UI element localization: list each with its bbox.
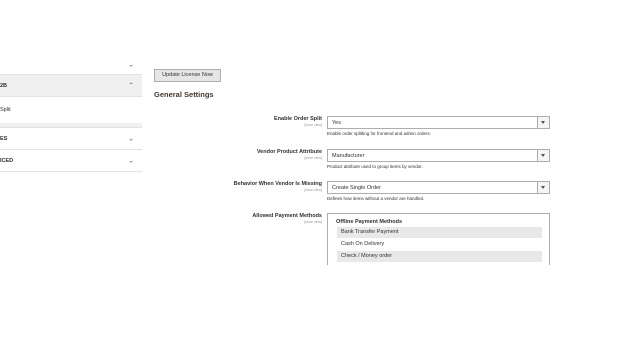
sidebar-subitem-label: Split	[0, 107, 11, 113]
payment-option-bank-transfer[interactable]: Bank Transfer Payment	[337, 227, 542, 238]
order-split-select[interactable]: Yes	[327, 116, 550, 129]
chevron-down-icon: ⌄	[128, 157, 134, 164]
chevron-down-icon: ⌄	[128, 61, 134, 69]
field-label-order-split: Enable Order Split	[274, 116, 322, 122]
sidebar-item-top[interactable]: ⌄	[0, 56, 142, 75]
sidebar-item-b2b[interactable]: 2B ⌃	[0, 75, 142, 97]
select-value: Yes	[332, 119, 341, 126]
missing-vendor-select[interactable]: Create Single Order	[327, 181, 550, 194]
field-label-missing-vendor: Behavior When Vendor Is Missing	[233, 181, 322, 187]
sidebar-item-es[interactable]: ES ⌄	[0, 128, 142, 150]
sidebar-item-iced[interactable]: ICED ⌄	[0, 150, 142, 172]
chevron-down-icon: ⌄	[128, 135, 134, 142]
chevron-up-icon: ⌃	[128, 82, 134, 89]
sidebar-item-label: 2B	[0, 82, 8, 89]
field-label-payment-methods: Allowed Payment Methods	[252, 213, 322, 219]
sidebar-subitem-split[interactable]: Split	[0, 97, 142, 123]
payment-option-cash-on-delivery[interactable]: Cash On Delivery	[337, 239, 542, 250]
sidebar-item-label: ES	[0, 135, 8, 142]
vendor-attribute-select[interactable]: Manufacturer	[327, 149, 550, 162]
sidebar-item-label: ICED	[0, 157, 14, 164]
update-license-button[interactable]: Update License Now	[154, 69, 221, 82]
scope-label: [store view]	[304, 123, 322, 127]
section-title: General Settings	[154, 90, 214, 99]
field-note: Defines how items without a vendor are h…	[327, 196, 425, 201]
field-note: Enable order splitting for frontend and …	[327, 131, 432, 136]
dropdown-arrow-icon	[537, 117, 549, 128]
dropdown-arrow-icon	[537, 182, 549, 193]
field-note: Product attribute used to group items by…	[327, 164, 423, 169]
scope-label: [store view]	[304, 188, 322, 192]
field-label-vendor-attr: Vendor Product Attribute	[256, 149, 322, 155]
select-value: Manufacturer	[332, 152, 365, 159]
select-value: Create Single Order	[332, 184, 381, 191]
payment-methods-multiselect[interactable]: Offline Payment Methods Bank Transfer Pa…	[327, 213, 550, 265]
option-group-label: Offline Payment Methods	[336, 219, 403, 225]
scope-label: [store view]	[304, 156, 322, 160]
scope-label: [store view]	[304, 220, 322, 224]
payment-option-check-money-order[interactable]: Check / Money order	[337, 251, 542, 262]
dropdown-arrow-icon	[537, 150, 549, 161]
config-sidebar: ⌄ 2B ⌃ Split ES ⌄ ICED ⌄	[0, 56, 142, 172]
